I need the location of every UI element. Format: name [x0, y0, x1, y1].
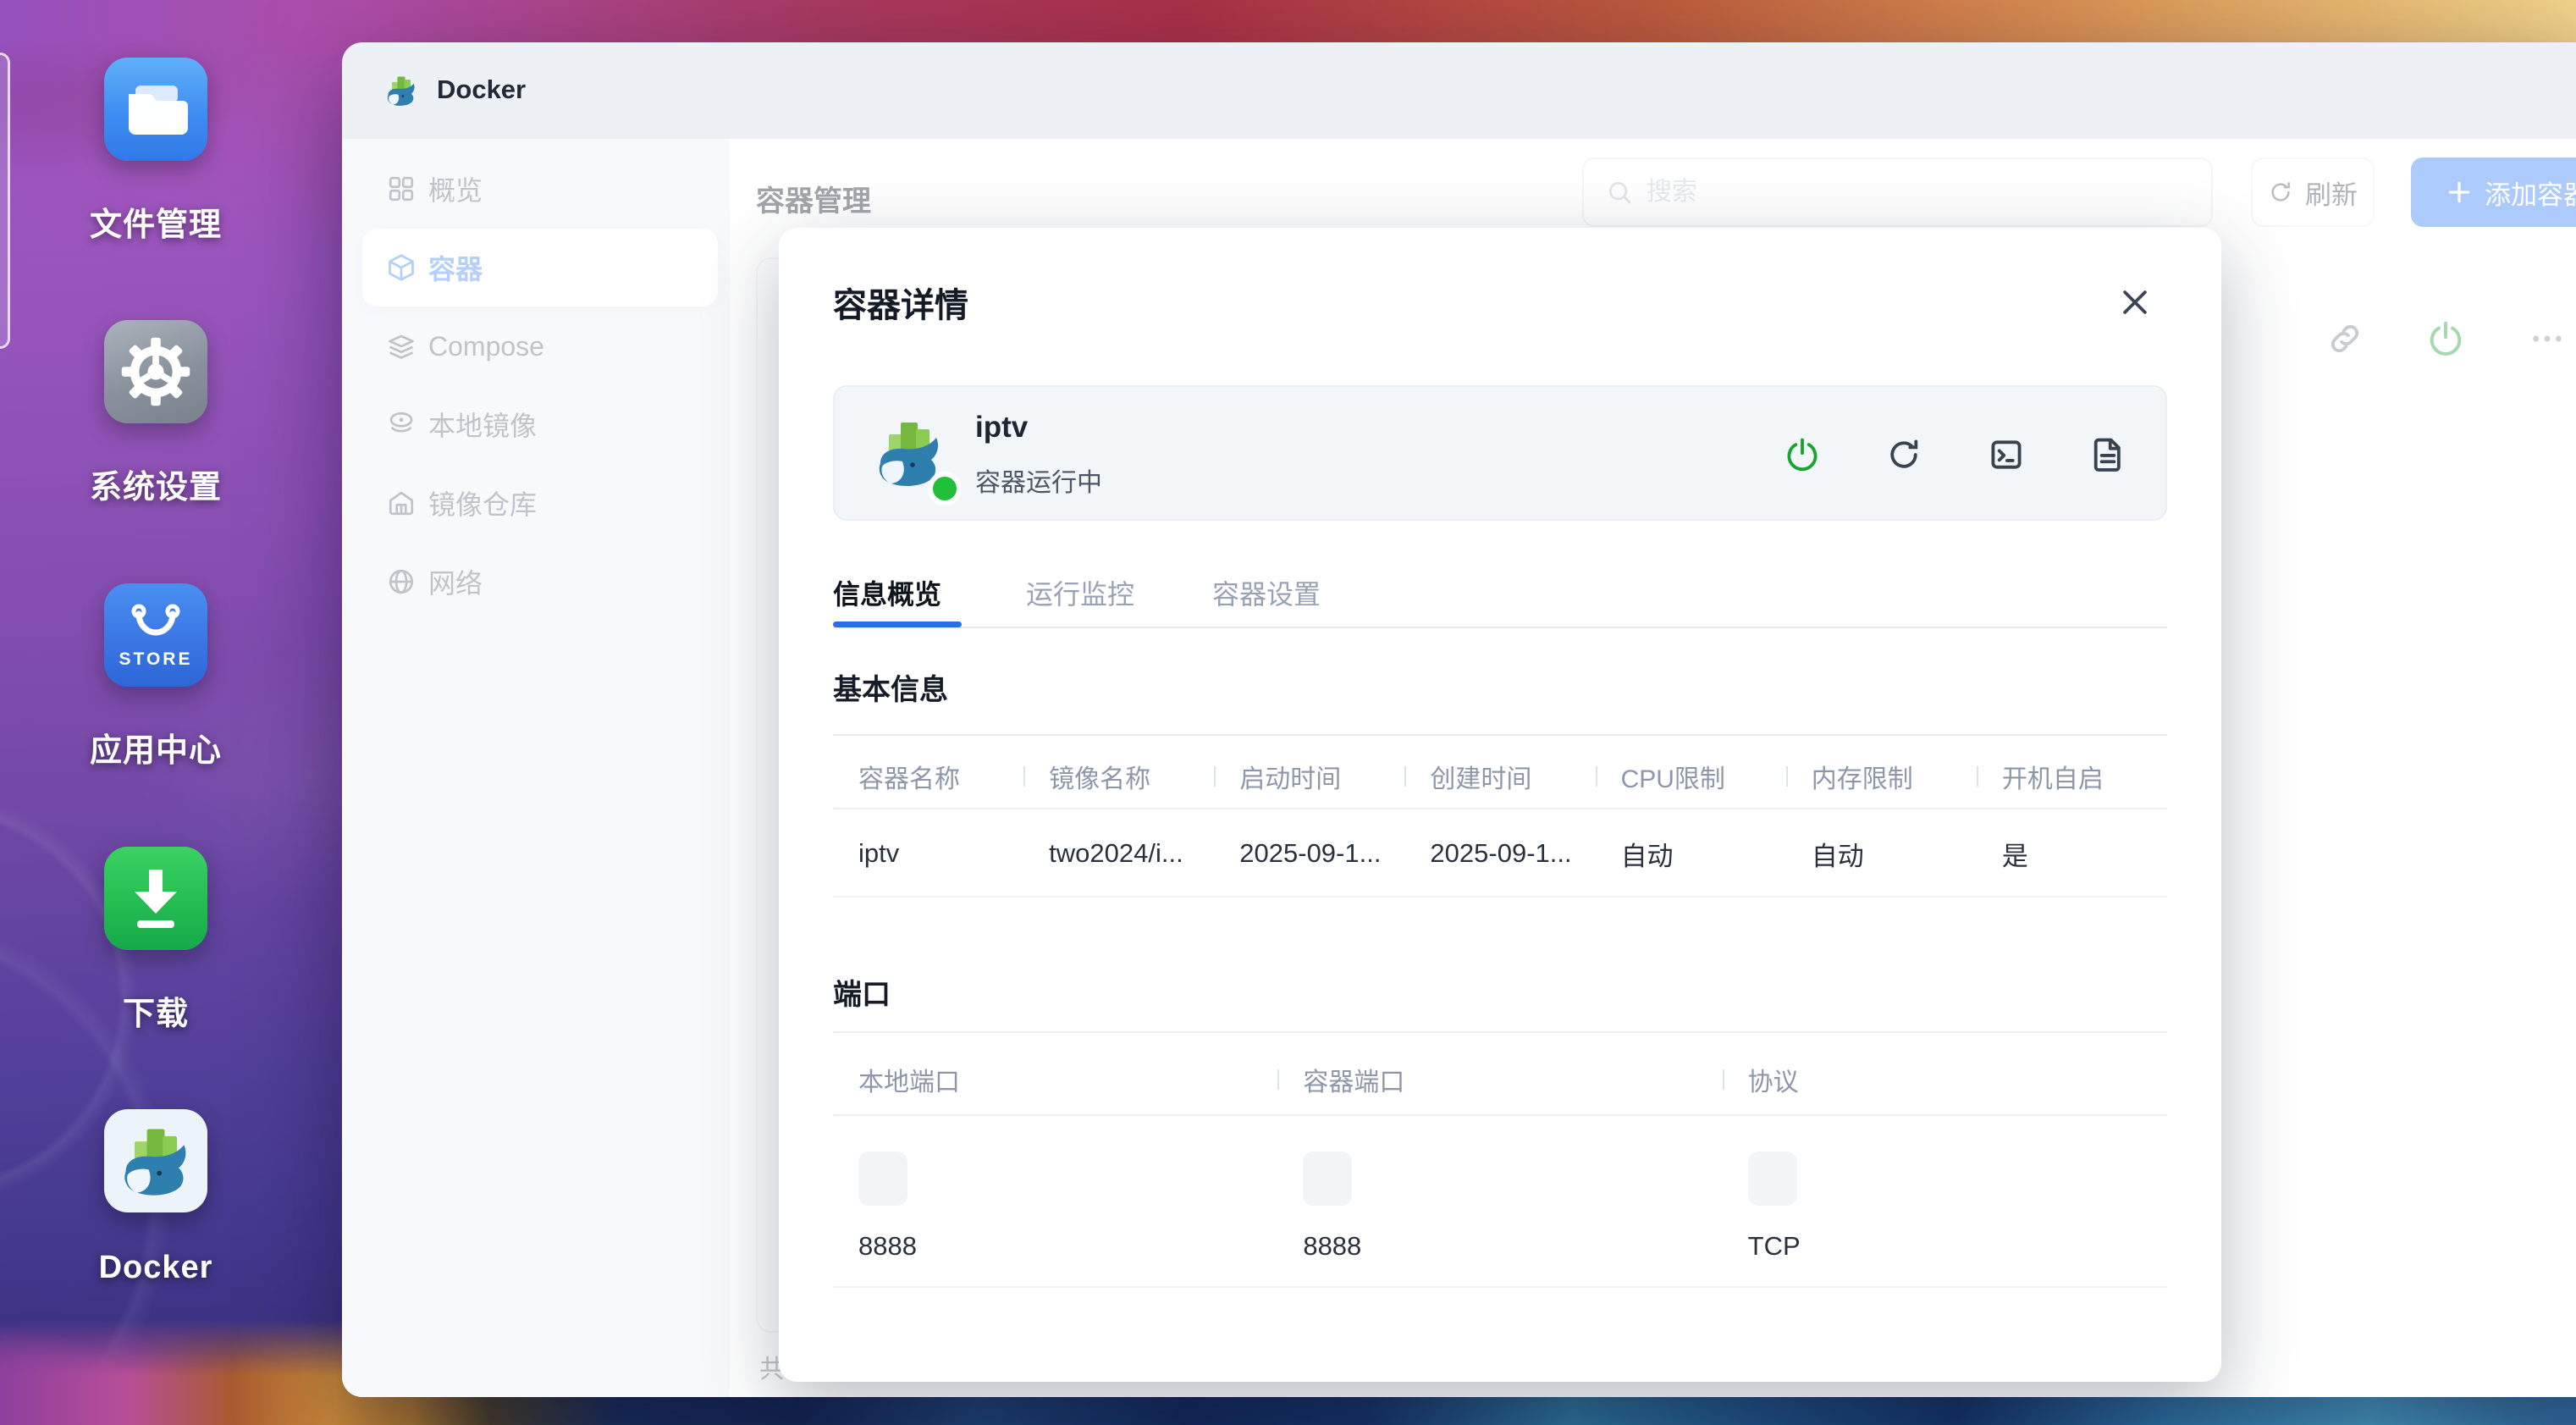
store-bag-icon: STORE [104, 583, 207, 687]
modal-title: 容器详情 [833, 285, 968, 326]
desktop: 文件管理 [0, 0, 2576, 1425]
basic-table-row: iptv two2024/i... 2025-09-1... 2025-09-1… [833, 811, 2167, 898]
active-tab-indicator [833, 621, 962, 627]
port-placeholders [833, 1152, 2167, 1206]
docker-whale-icon [104, 1109, 207, 1212]
container-status: 容器运行中 [975, 461, 1102, 499]
cell-local-port: 8888 [833, 1231, 1277, 1262]
column-header: CPU限制 [1596, 758, 1786, 795]
window-titlebar[interactable]: Docker [342, 42, 2576, 139]
close-button[interactable] [2111, 279, 2159, 326]
desktop-icon-label: Docker [99, 1250, 213, 1286]
ports-table-header: 本地端口 容器端口 协议 [833, 1045, 2167, 1116]
basic-info-section-title: 基本信息 [833, 666, 948, 708]
tab-info-overview[interactable]: 信息概览 [833, 573, 941, 612]
ports-section-title: 端口 [833, 971, 891, 1013]
docker-app-icon [383, 72, 420, 109]
restart-button[interactable] [1880, 431, 1928, 478]
column-header: 镜像名称 [1023, 758, 1214, 795]
download-arrow-icon [104, 847, 207, 950]
tab-runtime-monitor[interactable]: 运行监控 [1026, 573, 1134, 612]
window-title: Docker [437, 75, 526, 105]
desktop-icon-label: 应用中心 [90, 724, 222, 770]
desktop-icon-download[interactable]: 下载 [51, 847, 261, 1034]
file-manager-icon [104, 58, 207, 161]
cell-container-name: iptv [833, 838, 1023, 869]
restart-icon [1885, 436, 1922, 473]
power-icon [1784, 436, 1821, 473]
power-button[interactable] [1779, 431, 1826, 478]
cell-image-name: two2024/i... [1023, 838, 1214, 869]
column-header: 创建时间 [1404, 758, 1595, 795]
close-icon [2119, 286, 2151, 318]
desktop-icon-label: 下载 [123, 987, 189, 1034]
terminal-button[interactable] [1983, 431, 2030, 478]
cell-start-time: 2025-09-1... [1214, 838, 1404, 869]
section-divider [833, 734, 2167, 736]
desktop-icon-file-manager[interactable]: 文件管理 [51, 58, 261, 245]
cell-autostart: 是 [1977, 835, 2167, 873]
running-status-dot [928, 472, 962, 505]
placeholder-blob [1748, 1152, 1797, 1206]
container-summary-card: iptv 容器运行中 [833, 385, 2167, 521]
container-name: iptv [975, 411, 1028, 445]
document-icon [2089, 436, 2126, 473]
placeholder-blob [1303, 1152, 1352, 1206]
section-divider [833, 1031, 2167, 1033]
column-header: 启动时间 [1214, 758, 1404, 795]
window-body: 概览 容器 Compose [342, 139, 2576, 1397]
basic-table-header: 容器名称 镜像名称 启动时间 创建时间 CPU限制 内存限制 开机自启 [833, 745, 2167, 809]
desktop-icon-docker[interactable]: Docker [51, 1109, 261, 1286]
desktop-icon-system-settings[interactable]: 系统设置 [51, 320, 261, 507]
column-header: 容器端口 [1277, 1061, 1722, 1098]
column-header: 内存限制 [1786, 758, 1977, 795]
cell-cpu-limit: 自动 [1596, 835, 1786, 873]
cell-container-port: 8888 [1277, 1231, 1722, 1262]
cell-memory-limit: 自动 [1786, 835, 1977, 873]
store-tile-text: STORE [119, 649, 193, 670]
column-header: 协议 [1723, 1061, 2167, 1098]
gear-icon [104, 320, 207, 423]
column-header: 本地端口 [833, 1061, 1277, 1098]
logs-button[interactable] [2084, 431, 2132, 478]
column-header: 开机自启 [1977, 758, 2167, 795]
cell-protocol: TCP [1723, 1231, 2167, 1262]
background-window-edge [0, 52, 10, 349]
column-header: 容器名称 [833, 758, 1023, 795]
container-details-modal: 容器详情 [779, 228, 2221, 1382]
terminal-icon [1988, 436, 2025, 473]
desktop-icon-app-center[interactable]: STORE 应用中心 [51, 583, 261, 770]
cell-create-time: 2025-09-1... [1404, 838, 1595, 869]
tab-divider [833, 627, 2167, 628]
tab-container-settings[interactable]: 容器设置 [1212, 573, 1321, 612]
placeholder-blob [858, 1152, 907, 1206]
ports-table-row: 8888 8888 TCP [833, 1206, 2167, 1288]
desktop-icon-label: 系统设置 [90, 461, 222, 507]
desktop-icon-label: 文件管理 [90, 198, 222, 245]
docker-window: Docker 概览 [342, 42, 2576, 1397]
